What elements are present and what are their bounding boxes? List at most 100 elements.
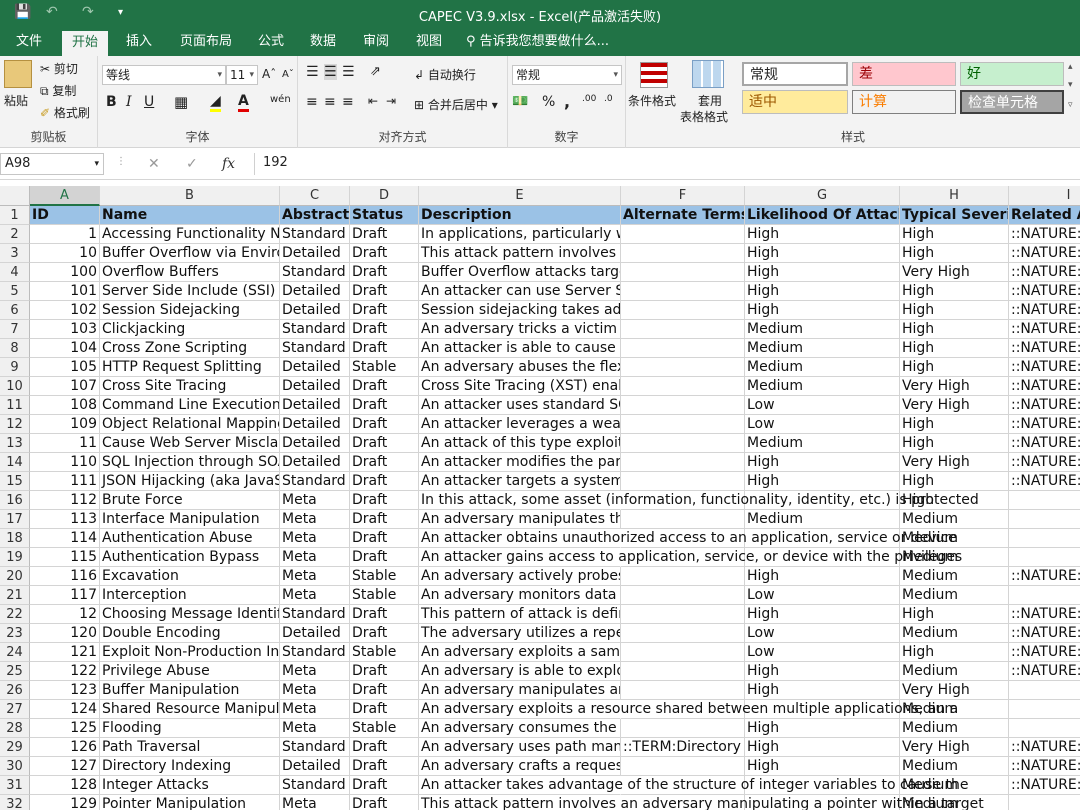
merge-center-button[interactable]: ⊞ 合并后居中 ▾ [414, 96, 498, 113]
fill-color-icon[interactable]: ◢ [210, 93, 221, 112]
table-cell[interactable]: An attacker modifies the parameters of t… [419, 453, 621, 472]
table-cell[interactable]: An attacker can use Server Side Include … [419, 282, 621, 301]
table-cell[interactable]: Meta [280, 510, 350, 529]
table-cell[interactable]: Draft [350, 339, 419, 358]
row-header[interactable]: 26 [0, 681, 30, 700]
table-cell[interactable]: Integer Attacks [100, 776, 280, 795]
table-cell[interactable]: Meta [280, 681, 350, 700]
table-cell[interactable]: Cross Site Tracing (XST) enables an adve… [419, 377, 621, 396]
table-cell[interactable]: 117 [30, 586, 100, 605]
table-cell[interactable]: An adversary exploits a resource shared … [419, 700, 958, 719]
table-cell[interactable] [621, 453, 745, 472]
table-cell[interactable]: 102 [30, 301, 100, 320]
row-header[interactable]: 14 [0, 453, 30, 472]
table-cell[interactable]: Standard [280, 339, 350, 358]
select-all-corner[interactable] [0, 186, 30, 206]
row-header[interactable]: 23 [0, 624, 30, 643]
table-cell[interactable]: An adversary manipulates the use or proc… [419, 510, 621, 529]
table-cell[interactable]: ::NATURE:ChildOf [1009, 776, 1080, 795]
tab-home[interactable]: 开始 [62, 31, 109, 56]
row-header[interactable]: 17 [0, 510, 30, 529]
tab-file[interactable]: 文件 [6, 28, 52, 56]
table-cell[interactable]: Draft [350, 263, 419, 282]
row-header[interactable]: 28 [0, 719, 30, 738]
table-cell[interactable]: 121 [30, 643, 100, 662]
table-cell[interactable]: 124 [30, 700, 100, 719]
bold-button[interactable]: B [106, 94, 117, 110]
table-cell[interactable]: 108 [30, 396, 100, 415]
table-cell[interactable]: Draft [350, 548, 419, 567]
table-cell[interactable]: Standard [280, 643, 350, 662]
table-cell[interactable]: Low [745, 624, 900, 643]
table-cell[interactable]: High [745, 225, 900, 244]
table-cell[interactable]: ::NATURE:ChildOf [1009, 282, 1080, 301]
table-cell[interactable]: An attack of this type exploits a Web se… [419, 434, 621, 453]
table-cell[interactable]: Draft [350, 491, 419, 510]
table-cell[interactable]: High [900, 225, 1009, 244]
styles-more-icon[interactable]: ▿ [1068, 100, 1073, 110]
table-cell[interactable]: Draft [350, 377, 419, 396]
table-cell[interactable]: An adversary abuses the flexibility and … [419, 358, 621, 377]
table-cell[interactable]: ::NATURE:ChildOf [1009, 472, 1080, 491]
table-cell[interactable]: Draft [350, 776, 419, 795]
table-cell[interactable]: Meta [280, 529, 350, 548]
font-name-select[interactable]: 等线 ▾ [102, 65, 226, 85]
table-cell[interactable]: Cross Site Tracing [100, 377, 280, 396]
table-cell[interactable]: An attacker leverages a weakness present… [419, 415, 621, 434]
align-right-icon[interactable]: ≡ [342, 94, 354, 110]
table-cell[interactable]: Draft [350, 757, 419, 776]
table-cell[interactable]: High [900, 643, 1009, 662]
table-cell[interactable]: Draft [350, 225, 419, 244]
row-header[interactable]: 24 [0, 643, 30, 662]
table-cell[interactable]: High [900, 415, 1009, 434]
table-cell[interactable]: An adversary consumes the resources of a… [419, 719, 621, 738]
worksheet-grid[interactable]: ABCDEFGHI 1IDNameAbstractionStatusDescrip… [0, 186, 1080, 810]
table-cell[interactable]: Brute Force [100, 491, 280, 510]
table-cell[interactable]: Buffer Manipulation [100, 681, 280, 700]
table-format-label-2[interactable]: 表格格式 [680, 108, 728, 125]
table-cell[interactable]: 116 [30, 567, 100, 586]
row-header[interactable]: 1 [0, 206, 30, 225]
align-middle-icon[interactable]: ☰ [324, 64, 337, 80]
decrease-decimal-icon[interactable]: .0 [604, 94, 613, 104]
comma-button[interactable]: , [564, 92, 570, 111]
table-cell[interactable]: Low [745, 586, 900, 605]
align-center-icon[interactable]: ≡ [324, 94, 336, 110]
table-cell[interactable]: Detailed [280, 434, 350, 453]
table-cell[interactable]: Medium [900, 757, 1009, 776]
row-header[interactable]: 4 [0, 263, 30, 282]
table-cell[interactable]: Detailed [280, 757, 350, 776]
table-cell[interactable] [621, 434, 745, 453]
table-cell[interactable]: Draft [350, 681, 419, 700]
table-cell[interactable]: Draft [350, 510, 419, 529]
enter-icon[interactable]: ✓ [186, 156, 198, 172]
table-cell[interactable]: Object Relational Mapping Injection [100, 415, 280, 434]
table-cell[interactable] [1009, 491, 1080, 510]
table-cell[interactable]: Excavation [100, 567, 280, 586]
table-cell[interactable]: An adversary monitors data streams to or… [419, 586, 621, 605]
styles-scroll-down-icon[interactable]: ▾ [1068, 80, 1073, 90]
table-cell[interactable]: 114 [30, 529, 100, 548]
table-cell[interactable] [621, 567, 745, 586]
grow-font-icon[interactable]: Aˆ [262, 67, 276, 81]
table-cell[interactable]: Medium [745, 339, 900, 358]
table-cell[interactable]: This attack pattern involves an adversar… [419, 795, 984, 810]
table-cell[interactable]: Buffer Overflow via Environment Variable… [100, 244, 280, 263]
table-cell[interactable]: Medium [900, 719, 1009, 738]
table-cell[interactable]: Flooding [100, 719, 280, 738]
increase-indent-icon[interactable]: ⇥ [386, 94, 396, 108]
row-header[interactable]: 25 [0, 662, 30, 681]
table-cell[interactable]: Stable [350, 643, 419, 662]
table-cell[interactable]: Clickjacking [100, 320, 280, 339]
table-cell[interactable] [621, 605, 745, 624]
header-cell[interactable]: Name [100, 206, 280, 225]
table-cell[interactable]: High [900, 605, 1009, 624]
table-cell[interactable]: Detailed [280, 453, 350, 472]
table-cell[interactable]: An adversary tricks a victim into unknow… [419, 320, 621, 339]
row-header[interactable]: 29 [0, 738, 30, 757]
table-cell[interactable]: In applications, particularly web applic… [419, 225, 621, 244]
table-cell[interactable]: High [745, 453, 900, 472]
table-cell[interactable]: Low [745, 396, 900, 415]
font-color-icon[interactable]: A [238, 93, 249, 112]
format-painter-button[interactable]: ✐ 格式刷 [40, 104, 90, 121]
